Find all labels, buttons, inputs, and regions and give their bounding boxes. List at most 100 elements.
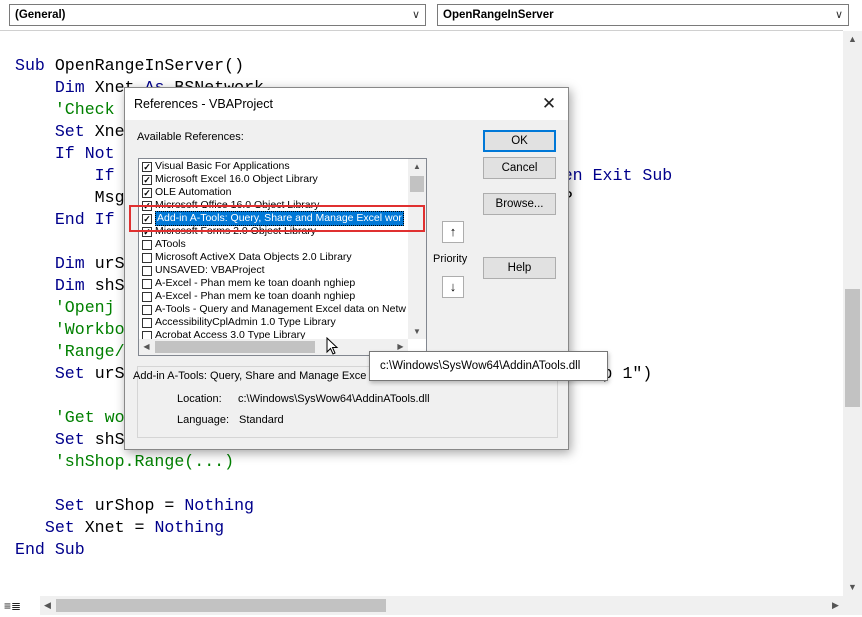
scroll-down-icon[interactable]: ▼: [408, 324, 426, 339]
code-token: 'Range/: [15, 342, 125, 361]
checkbox-checked-icon[interactable]: ✓: [142, 187, 152, 198]
code-line[interactable]: Set urShop = Nothing: [15, 495, 843, 517]
reference-item[interactable]: UNSAVED: VBAProject: [140, 264, 408, 277]
editor-horizontal-scrollbar[interactable]: ◀ ▶: [40, 596, 843, 615]
reference-item[interactable]: Microsoft ActiveX Data Objects 2.0 Libra…: [140, 251, 408, 264]
code-token: End If: [54, 210, 115, 229]
scroll-down-icon[interactable]: ▼: [843, 579, 862, 596]
code-token: Msg: [15, 188, 125, 207]
code-token: Set: [54, 122, 95, 141]
ok-button[interactable]: OK: [483, 130, 556, 152]
dialog-titlebar: References - VBAProject ✕: [125, 88, 568, 120]
code-token: If Not: [54, 144, 115, 163]
list-vertical-scrollbar[interactable]: ▲ ▼: [408, 159, 426, 339]
code-token: shS: [94, 430, 125, 449]
scroll-thumb[interactable]: [56, 599, 386, 612]
priority-down-button[interactable]: ↓: [442, 276, 464, 298]
reference-item[interactable]: ✓ Microsoft Excel 16.0 Object Library: [140, 173, 408, 186]
code-line[interactable]: [15, 473, 843, 495]
checkbox-unchecked-icon[interactable]: [142, 278, 152, 289]
code-token: Set: [54, 496, 95, 515]
location-value: c:\Windows\SysWow64\AddinATools.dll: [238, 393, 430, 405]
checkbox-unchecked-icon[interactable]: [142, 317, 152, 328]
reference-item[interactable]: AccessibilityCplAdmin 1.0 Type Library: [140, 316, 408, 329]
reference-item[interactable]: A-Excel - Phan mem ke toan doanh nghiep: [140, 290, 408, 303]
code-token: Set: [44, 518, 85, 537]
code-line[interactable]: End Sub: [15, 539, 843, 561]
chevron-down-icon[interactable]: ∨: [407, 5, 425, 25]
scroll-up-icon[interactable]: ▲: [843, 31, 862, 48]
checkbox-checked-icon[interactable]: ✓: [142, 174, 152, 185]
scroll-right-icon[interactable]: ▶: [828, 596, 843, 615]
chevron-down-icon[interactable]: ∨: [830, 5, 848, 25]
reference-item[interactable]: ✓ OLE Automation: [140, 186, 408, 199]
priority-up-button[interactable]: ↑: [442, 221, 464, 243]
scroll-corner: [843, 596, 862, 615]
editor-vertical-scrollbar[interactable]: ▲ ▼: [843, 31, 862, 596]
code-token: shS: [94, 276, 125, 295]
combo-divider: [0, 30, 843, 31]
code-line[interactable]: Set Xnet = Nothing: [15, 517, 843, 539]
procedure-combo[interactable]: OpenRangeInServer ∨: [437, 4, 849, 26]
cancel-button[interactable]: Cancel: [483, 157, 556, 179]
scroll-thumb[interactable]: [410, 176, 424, 192]
reference-info-title: Add-in A-Tools: Query, Share and Manage …: [133, 370, 367, 382]
reference-item[interactable]: A-Excel - Phan mem ke toan doanh nghiep: [140, 277, 408, 290]
list-horizontal-scrollbar[interactable]: ◀ ▶: [139, 339, 408, 355]
dialog-title: References - VBAProject: [134, 97, 273, 111]
browse-button[interactable]: Browse...: [483, 193, 556, 215]
scroll-thumb[interactable]: [155, 341, 315, 353]
language-label: Language:: [177, 414, 229, 426]
code-token: End Sub: [15, 540, 85, 559]
code-token: If: [94, 166, 115, 185]
reference-label: ATools: [155, 238, 186, 250]
reference-label: A-Excel - Phan mem ke toan doanh nghiep: [155, 290, 356, 302]
reference-item[interactable]: A-Tools - Query and Management Excel dat…: [140, 303, 408, 316]
code-token: urShop =: [94, 496, 185, 515]
code-token: Nothing: [184, 496, 255, 515]
close-icon[interactable]: ✕: [536, 92, 562, 116]
procedure-combo-value: OpenRangeInServer: [443, 9, 554, 21]
checkbox-unchecked-icon[interactable]: [142, 239, 152, 250]
scroll-up-icon[interactable]: ▲: [408, 159, 426, 174]
view-mode-icons[interactable]: ≡≣: [4, 598, 38, 614]
code-token: urS: [94, 254, 125, 273]
checkbox-unchecked-icon[interactable]: [142, 304, 152, 315]
code-token: Xne: [94, 122, 125, 141]
reference-label: Microsoft ActiveX Data Objects 2.0 Libra…: [155, 251, 352, 263]
code-token: Set: [54, 430, 95, 449]
reference-item[interactable]: ATools: [140, 238, 408, 251]
code-line[interactable]: Sub OpenRangeInServer(): [15, 55, 843, 77]
checkbox-unchecked-icon[interactable]: [142, 265, 152, 276]
references-listbox[interactable]: ✓ Visual Basic For Applications ✓ Microsoft…: [138, 158, 427, 356]
scroll-left-icon[interactable]: ◀: [139, 339, 154, 355]
references-list[interactable]: ✓ Visual Basic For Applications ✓ Microsoft…: [140, 160, 408, 340]
object-combo[interactable]: (General) ∨: [9, 4, 426, 26]
checkbox-checked-icon[interactable]: ✓: [142, 161, 152, 172]
object-combo-value: (General): [15, 9, 66, 21]
reference-item[interactable]: ✓ Visual Basic For Applications: [140, 160, 408, 173]
reference-label: A-Excel - Phan mem ke toan doanh nghiep: [155, 277, 356, 289]
code-token: urS: [94, 364, 125, 383]
checkbox-unchecked-icon[interactable]: [142, 291, 152, 302]
reference-label: Visual Basic For Applications: [155, 160, 290, 172]
code-token: Set: [54, 364, 95, 383]
checkbox-unchecked-icon[interactable]: [142, 252, 152, 263]
code-token: 'shShop.Range(...): [15, 452, 235, 471]
code-line[interactable]: 'shShop.Range(...): [15, 451, 843, 473]
code-token: Sub: [15, 56, 55, 75]
help-button[interactable]: Help: [483, 257, 556, 279]
code-token: Xnet =: [84, 518, 155, 537]
scroll-thumb[interactable]: [845, 289, 860, 407]
code-token: Dim: [54, 276, 95, 295]
location-label: Location:: [177, 393, 222, 405]
references-dialog: References - VBAProject ✕ Available Refe…: [124, 87, 569, 450]
scroll-left-icon[interactable]: ◀: [40, 596, 55, 615]
